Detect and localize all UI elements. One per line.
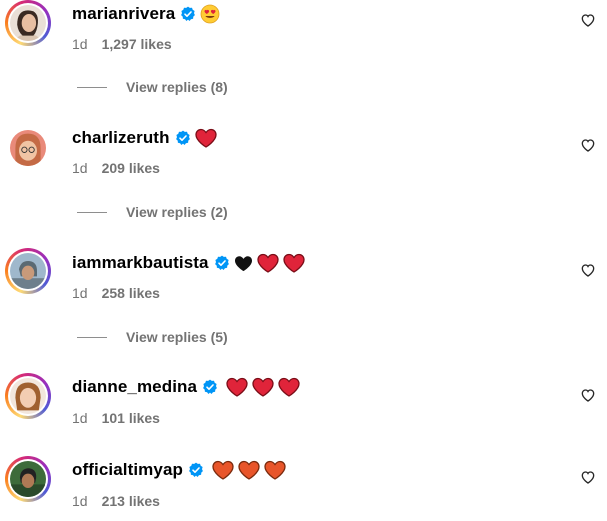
red-heart-icon — [194, 128, 217, 148]
red-heart-icon — [282, 253, 305, 273]
username[interactable]: charlizeruth — [72, 128, 170, 148]
avatar[interactable] — [5, 125, 51, 171]
avatar[interactable] — [5, 456, 51, 502]
verified-badge-icon — [214, 255, 230, 271]
view-replies-label: View replies (8) — [126, 79, 228, 95]
avatar[interactable] — [5, 0, 51, 46]
orange-heart-icon — [264, 460, 286, 480]
replies-divider — [77, 211, 107, 213]
username[interactable]: marianrivera — [72, 4, 175, 24]
like-heart-icon[interactable] — [580, 137, 596, 153]
verified-badge-icon — [202, 379, 218, 395]
username[interactable]: officialtimyap — [72, 460, 183, 480]
view-replies-button[interactable]: View replies (2) — [77, 204, 228, 220]
like-heart-icon[interactable] — [580, 12, 596, 28]
username[interactable]: iammarkbautista — [72, 253, 209, 273]
red-heart-icon — [252, 377, 274, 397]
view-replies-label: View replies (2) — [126, 204, 228, 220]
like-heart-icon[interactable] — [580, 469, 596, 485]
comment-likes[interactable]: 209 likes — [102, 160, 160, 176]
comment-time[interactable]: 1d — [72, 285, 88, 301]
replies-divider — [77, 336, 107, 338]
orange-heart-icon — [238, 460, 260, 480]
like-heart-icon[interactable] — [580, 262, 596, 278]
comment-time[interactable]: 1d — [72, 493, 88, 509]
username[interactable]: dianne_medina — [72, 377, 197, 397]
orange-heart-icon — [212, 460, 234, 480]
view-replies-label: View replies (5) — [126, 329, 228, 345]
verified-badge-icon — [175, 130, 191, 146]
red-heart-icon — [256, 253, 279, 273]
comment-time[interactable]: 1d — [72, 160, 88, 176]
comment-time[interactable]: 1d — [72, 410, 88, 426]
comment-likes[interactable]: 101 likes — [102, 410, 160, 426]
red-heart-icon — [226, 377, 248, 397]
heart-eyes-icon — [200, 4, 220, 24]
black-heart-icon — [234, 255, 253, 272]
view-replies-button[interactable]: View replies (8) — [77, 79, 228, 95]
replies-divider — [77, 86, 107, 88]
comment-likes[interactable]: 213 likes — [102, 493, 160, 509]
red-heart-icon — [278, 377, 300, 397]
comment-likes[interactable]: 258 likes — [102, 285, 160, 301]
avatar[interactable] — [5, 373, 51, 419]
avatar[interactable] — [5, 248, 51, 294]
verified-badge-icon — [188, 462, 204, 478]
like-heart-icon[interactable] — [580, 387, 596, 403]
comment-time[interactable]: 1d — [72, 36, 88, 52]
comment-likes[interactable]: 1,297 likes — [102, 36, 172, 52]
verified-badge-icon — [180, 6, 196, 22]
view-replies-button[interactable]: View replies (5) — [77, 329, 228, 345]
